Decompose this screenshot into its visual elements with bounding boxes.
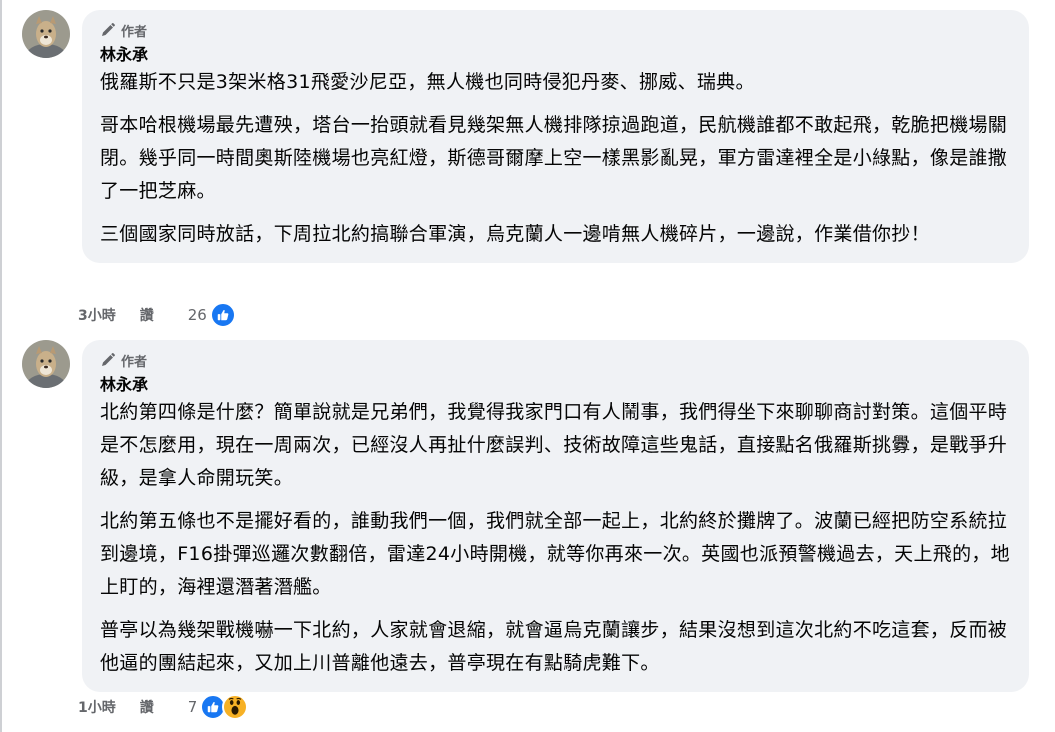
comment-paragraph: 俄羅斯不只是3架米格31飛愛沙尼亞，無人機也同時侵犯丹麥、挪威、瑞典。 bbox=[100, 71, 755, 93]
thread-line bbox=[0, 0, 2, 732]
comment-paragraph: 北約第四條是什麼？簡單說就是兄弟們，我覺得我家門口有人鬧事，我們得坐下來聊聊商討… bbox=[100, 401, 1008, 489]
avatar[interactable] bbox=[22, 340, 70, 388]
avatar-image bbox=[22, 340, 70, 388]
timestamp-link[interactable]: 3小時 bbox=[78, 305, 116, 325]
like-button[interactable]: 讚 bbox=[140, 697, 154, 717]
author-name[interactable]: 林永承 bbox=[100, 374, 1011, 396]
author-badge: 作者 bbox=[100, 350, 1011, 370]
comment-paragraph: 普亭以為幾架戰機嚇一下北約，人家就會退縮，就會逼烏克蘭讓步，結果沒想到這次北約不… bbox=[100, 619, 1008, 674]
comment-bubble: 作者 林永承 俄羅斯不只是3架米格31飛愛沙尼亞，無人機也同時侵犯丹麥、挪威、瑞… bbox=[82, 10, 1029, 263]
wow-icon bbox=[222, 694, 249, 720]
pencil-icon bbox=[102, 353, 115, 366]
reaction-count: 26 bbox=[187, 306, 207, 324]
like-button[interactable]: 讚 bbox=[140, 305, 154, 325]
comment: 作者 林永承 俄羅斯不只是3架米格31飛愛沙尼亞，無人機也同時侵犯丹麥、挪威、瑞… bbox=[22, 10, 1037, 340]
author-badge-label: 作者 bbox=[121, 354, 148, 370]
pencil-icon bbox=[102, 23, 115, 36]
like-icon bbox=[209, 302, 236, 328]
author-badge: 作者 bbox=[100, 20, 1011, 40]
comment-actions: 3小時 讚 26 bbox=[78, 300, 236, 330]
reaction-summary[interactable]: 26 bbox=[188, 302, 236, 328]
comment-actions: 1小時 讚 7 bbox=[78, 692, 249, 722]
reaction-summary[interactable]: 7 bbox=[188, 694, 249, 720]
comment-paragraph: 北約第五條也不是擺好看的，誰動我們一個，我們就全部一起上，北約終於攤牌了。波蘭已… bbox=[100, 510, 1010, 598]
comment-paragraph: 三個國家同時放話，下周拉北約搞聯合軍演，烏克蘭人一邊啃無人機碎片，一邊說，作業借… bbox=[100, 223, 930, 245]
avatar-image bbox=[22, 10, 70, 58]
timestamp-link[interactable]: 1小時 bbox=[78, 697, 116, 717]
comment-paragraph: 哥本哈根機場最先遭殃，塔台一抬頭就看見幾架無人機排隊掠過跑道，民航機誰都不敢起飛… bbox=[100, 114, 1008, 202]
reaction-count: 7 bbox=[187, 698, 198, 716]
author-badge-label: 作者 bbox=[121, 24, 148, 40]
comment: 作者 林永承 北約第四條是什麼？簡單說就是兄弟們，我覺得我家門口有人鬧事，我們得… bbox=[22, 340, 1037, 692]
avatar[interactable] bbox=[22, 10, 70, 58]
comment-bubble: 作者 林永承 北約第四條是什麼？簡單說就是兄弟們，我覺得我家門口有人鬧事，我們得… bbox=[82, 340, 1029, 692]
author-name[interactable]: 林永承 bbox=[100, 44, 1011, 66]
